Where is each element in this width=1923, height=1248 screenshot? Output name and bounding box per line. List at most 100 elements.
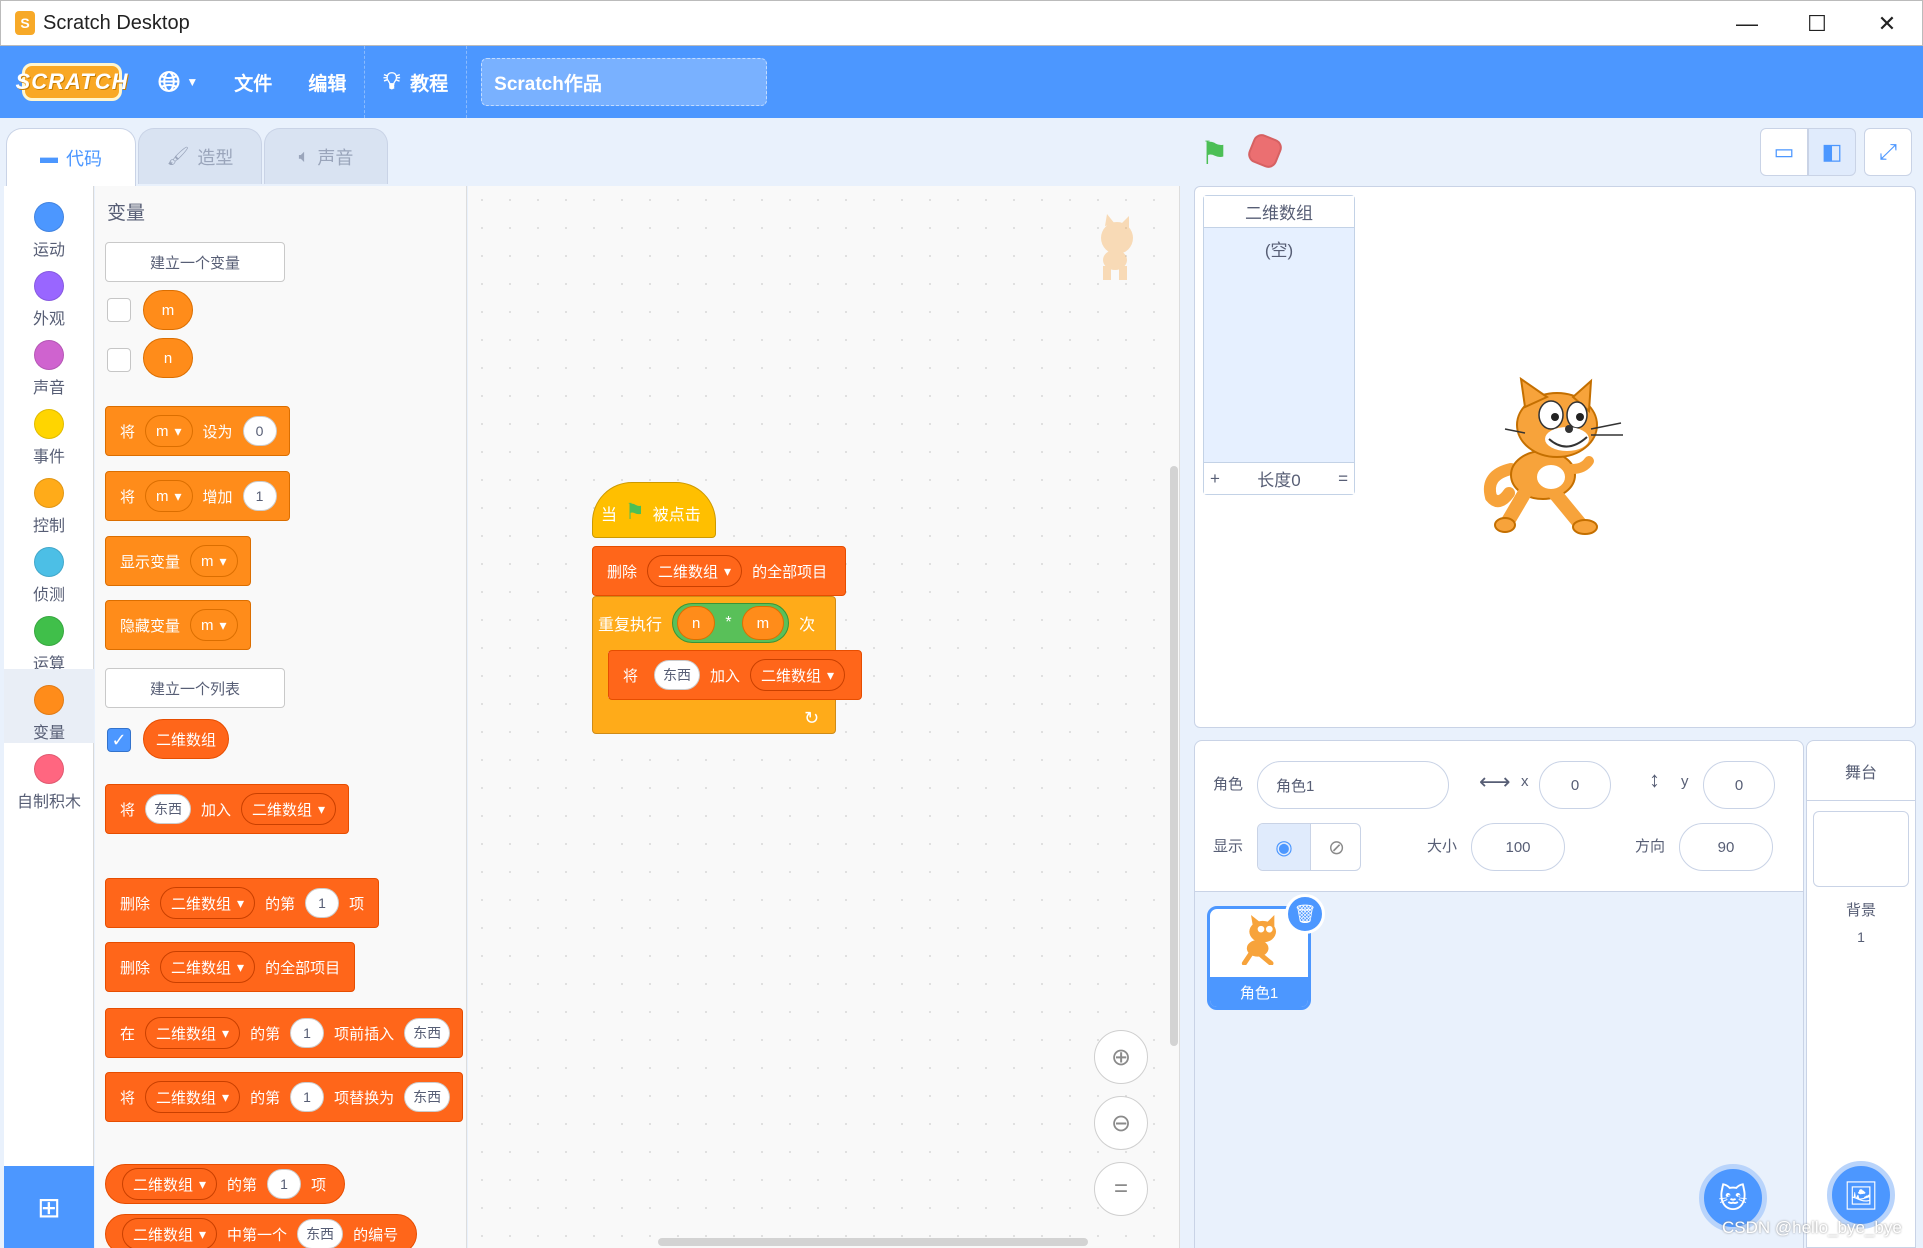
workspace-horizontal-scrollbar[interactable] <box>658 1238 1088 1246</box>
block-text: 中第一个 <box>227 1226 288 1244</box>
stop-button[interactable] <box>1245 131 1285 171</box>
tab-sounds[interactable]: 🔈︎ 声音 <box>264 128 388 184</box>
variable-n-checkbox[interactable] <box>107 348 131 372</box>
tab-code[interactable]: ▬ 代码 <box>6 128 136 186</box>
small-stage-button[interactable]: ▭ <box>1760 128 1808 176</box>
sprite-name-input[interactable]: 角色1 <box>1257 761 1449 809</box>
value-input[interactable]: 1 <box>242 481 277 511</box>
hide-variable-block[interactable]: 隐藏变量 m <box>105 600 251 650</box>
item-of-list-reporter[interactable]: 二维数组 的第 1 项 <box>105 1164 346 1204</box>
list-dropdown[interactable]: 二维数组 <box>160 887 256 919</box>
replace-item-block[interactable]: 将 二维数组 的第 1 项替换为 东西 <box>105 1072 464 1122</box>
delete-item-block[interactable]: 删除 二维数组 的第 1 项 <box>105 878 380 928</box>
list-dropdown[interactable]: 二维数组 <box>647 555 743 587</box>
category-sensing[interactable]: 侦测 <box>4 541 94 611</box>
delete-all-block[interactable]: 删除 二维数组 的全部项目 <box>105 942 356 992</box>
stage-thumbnail[interactable] <box>1813 811 1909 887</box>
stage-target-pane[interactable]: 舞台 背景 1 🖼︎ <box>1806 740 1916 1248</box>
category-events[interactable]: 事件 <box>4 403 94 473</box>
value-input[interactable]: 东西 <box>404 1018 451 1048</box>
variable-n-reporter[interactable]: n <box>143 338 193 378</box>
change-variable-block[interactable]: 将 m 增加 1 <box>105 471 290 521</box>
file-menu[interactable]: 文件 <box>216 46 290 118</box>
list-dropdown[interactable]: 二维数组 <box>241 793 337 825</box>
variable-m-checkbox[interactable] <box>107 298 131 322</box>
direction-input[interactable]: 90 <box>1679 823 1773 871</box>
value-input[interactable]: 东西 <box>145 794 192 824</box>
list-dropdown[interactable]: 二维数组 <box>145 1081 241 1113</box>
block-text: 加入 <box>201 801 232 819</box>
value-input[interactable]: 1 <box>290 1018 325 1048</box>
multiply-operator-block[interactable]: n * m <box>672 603 790 643</box>
green-flag-button[interactable]: ⚑ <box>1200 134 1229 172</box>
list-dropdown[interactable]: 二维数组 <box>122 1218 218 1248</box>
category-looks[interactable]: 外观 <box>4 265 94 335</box>
list-checkbox[interactable]: ✓ <box>107 728 131 752</box>
variable-dropdown[interactable]: m <box>190 609 238 641</box>
close-button[interactable]: ✕ <box>1852 1 1922 47</box>
cat-sprite[interactable] <box>1481 377 1629 537</box>
fullscreen-button[interactable]: ⤢ <box>1864 128 1912 176</box>
category-variables[interactable]: 变量 <box>4 669 94 743</box>
show-sprite-button[interactable]: ◉ <box>1258 824 1310 870</box>
maximize-button[interactable]: ☐ <box>1782 1 1852 47</box>
add-extension-button[interactable]: ⊞ <box>4 1166 94 1248</box>
value-input[interactable]: 1 <box>290 1082 325 1112</box>
category-control[interactable]: 控制 <box>4 472 94 542</box>
list-add-item-button[interactable]: + <box>1210 469 1220 489</box>
category-motion[interactable]: 运动 <box>4 196 94 266</box>
list-reporter[interactable]: 二维数组 <box>143 719 230 759</box>
make-variable-button[interactable]: 建立一个变量 <box>105 242 285 282</box>
insert-item-block[interactable]: 在 二维数组 的第 1 项前插入 东西 <box>105 1008 464 1058</box>
workspace-vertical-scrollbar[interactable] <box>1170 466 1178 1046</box>
value-input[interactable]: 东西 <box>654 660 701 690</box>
tab-costumes[interactable]: 🖌︎ 造型 <box>138 128 262 184</box>
hide-sprite-button[interactable]: ⊘ <box>1310 824 1360 870</box>
list-dropdown[interactable]: 二维数组 <box>160 951 256 983</box>
script-add-to-list-block[interactable]: 将 东西 加入 二维数组 <box>608 650 862 700</box>
value-input[interactable]: 东西 <box>297 1219 344 1248</box>
variable-m-reporter[interactable]: m <box>143 290 193 330</box>
project-title-input[interactable]: Scratch作品 <box>481 58 768 106</box>
normal-stage-button[interactable]: ◧ <box>1808 128 1856 176</box>
variable-n-reporter[interactable]: n <box>677 606 716 640</box>
variable-dropdown[interactable]: m <box>190 545 238 577</box>
zoom-reset-button[interactable]: = <box>1094 1162 1148 1216</box>
list-dropdown[interactable]: 二维数组 <box>145 1017 241 1049</box>
delete-sprite-button[interactable]: 🗑︎ <box>1285 894 1325 934</box>
size-input[interactable]: 100 <box>1471 823 1565 871</box>
when-flag-clicked-block[interactable]: 当 ⚑ 被点击 <box>592 482 716 538</box>
set-variable-block[interactable]: 将 m 设为 0 <box>105 406 290 456</box>
value-input[interactable]: 0 <box>242 416 277 446</box>
list-monitor[interactable]: 二维数组 (空) + 长度0 = <box>1203 195 1355 495</box>
stage-canvas[interactable]: 二维数组 (空) + 长度0 = <box>1194 186 1916 728</box>
category-sound[interactable]: 声音 <box>4 334 94 404</box>
variable-dropdown[interactable]: m <box>145 480 193 512</box>
edit-menu[interactable]: 编辑 <box>290 46 364 118</box>
value-input[interactable]: 东西 <box>404 1082 451 1112</box>
variable-m-reporter[interactable]: m <box>741 606 785 640</box>
scratch-logo[interactable]: SCRATCH <box>16 63 127 101</box>
y-position-input[interactable]: 0 <box>1703 761 1775 809</box>
language-menu[interactable]: 🌐︎ ▼ <box>140 46 216 118</box>
tutorials-menu[interactable]: 💡︎ 教程 <box>365 46 466 118</box>
block-text: 增加 <box>202 488 233 506</box>
x-position-input[interactable]: 0 <box>1539 761 1611 809</box>
zoom-out-button[interactable]: ⊖ <box>1094 1096 1148 1150</box>
value-input[interactable]: 1 <box>267 1169 302 1199</box>
variable-dropdown[interactable]: m <box>145 415 193 447</box>
list-resize-handle[interactable]: = <box>1338 469 1348 489</box>
value-input[interactable]: 1 <box>305 888 340 918</box>
zoom-in-button[interactable]: ⊕ <box>1094 1030 1148 1084</box>
show-variable-block[interactable]: 显示变量 m <box>105 536 251 586</box>
minimize-button[interactable]: — <box>1712 1 1782 47</box>
make-list-button[interactable]: 建立一个列表 <box>105 668 285 708</box>
list-dropdown[interactable]: 二维数组 <box>122 1168 218 1200</box>
list-dropdown[interactable]: 二维数组 <box>750 659 846 691</box>
index-of-list-reporter[interactable]: 二维数组 中第一个 东西 的编号 <box>105 1214 418 1248</box>
category-my-blocks[interactable]: 自制积木 <box>4 748 94 818</box>
zoom-in-icon: ⊕ <box>1110 1043 1132 1071</box>
script-delete-all-block[interactable]: 删除 二维数组 的全部项目 <box>592 546 846 596</box>
add-to-list-block[interactable]: 将 东西 加入 二维数组 <box>105 784 350 834</box>
script-workspace[interactable]: 当 ⚑ 被点击 删除 二维数组 的全部项目 重复执行 n * m 次 ↻ 将 东… <box>468 186 1180 1248</box>
